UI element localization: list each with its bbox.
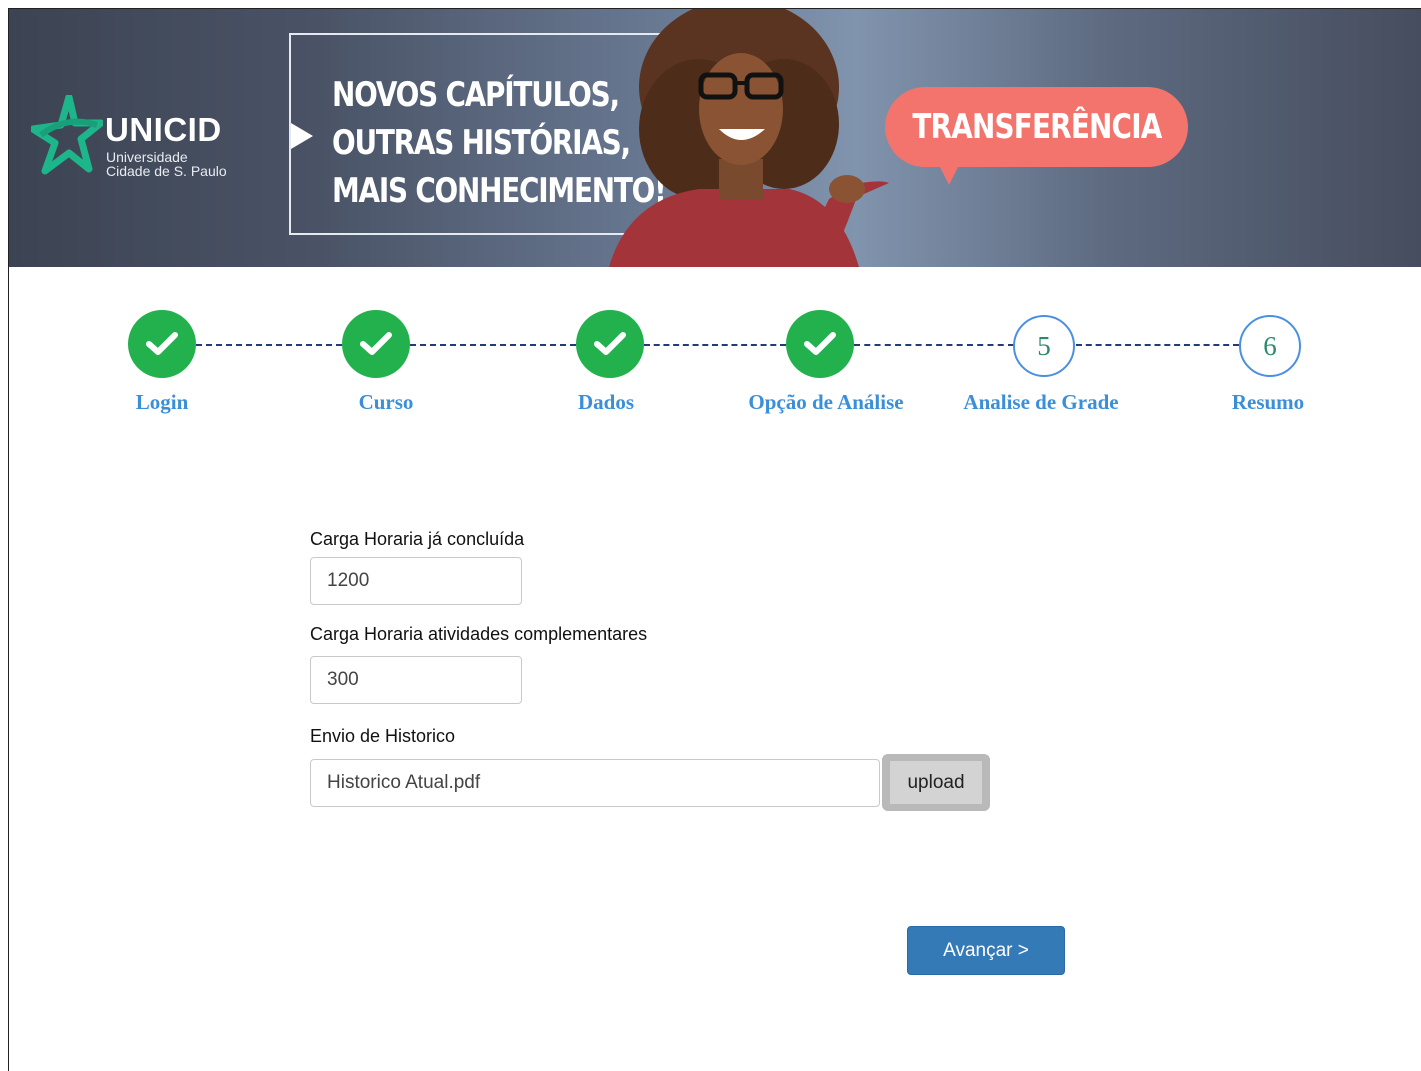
star-logo-icon bbox=[31, 95, 103, 175]
upload-button[interactable]: upload bbox=[890, 761, 982, 804]
transfer-badge: TRANSFERÊNCIA bbox=[885, 87, 1188, 167]
carga-concluida-label: Carga Horaria já concluída bbox=[310, 529, 525, 549]
step-number: 6 bbox=[1263, 330, 1277, 361]
step-label-opcao-analise: Opção de Análise bbox=[748, 390, 904, 414]
speech-bubble-tail-icon bbox=[939, 165, 959, 185]
check-icon bbox=[360, 332, 392, 355]
brand-subtitle-line-1: Universidade bbox=[106, 149, 188, 165]
upload-button-frame: upload bbox=[882, 754, 990, 811]
advance-button[interactable]: Avançar > bbox=[907, 926, 1065, 975]
step-label-login: Login bbox=[135, 390, 189, 414]
step-label-resumo: Resumo bbox=[1231, 390, 1305, 414]
historico-file-input[interactable] bbox=[310, 759, 880, 807]
step-analise-grade[interactable]: 5 bbox=[1013, 315, 1075, 377]
step-curso[interactable] bbox=[342, 310, 410, 378]
play-arrow-icon bbox=[291, 123, 313, 149]
step-connector bbox=[410, 344, 576, 346]
check-icon bbox=[146, 332, 178, 355]
step-label-dados: Dados bbox=[577, 390, 635, 414]
step-connector bbox=[196, 344, 342, 346]
carga-complementar-input[interactable] bbox=[310, 656, 522, 704]
step-label-analise-grade: Analise de Grade bbox=[963, 390, 1119, 414]
step-login[interactable] bbox=[128, 310, 196, 378]
carga-concluida-input[interactable] bbox=[310, 557, 522, 605]
brand-subtitle: Universidade Cidade de S. Paulo bbox=[106, 150, 227, 178]
carga-complementar-label: Carga Horaria atividades complementares bbox=[310, 624, 648, 644]
step-number: 5 bbox=[1037, 330, 1051, 361]
step-connector bbox=[1076, 344, 1239, 346]
progress-stepper: 5 6 Login Curso Dados Opção de Análise A… bbox=[0, 290, 1421, 430]
step-dados[interactable] bbox=[576, 310, 644, 378]
step-connector bbox=[644, 344, 786, 346]
student-photo bbox=[609, 9, 889, 267]
check-icon bbox=[594, 332, 626, 355]
transfer-badge-text: TRANSFERÊNCIA bbox=[911, 107, 1162, 147]
brand-name: UNICID bbox=[105, 111, 222, 148]
unicid-logo: UNICID Universidade Cidade de S. Paulo bbox=[31, 95, 271, 195]
brand-subtitle-line-2: Cidade de S. Paulo bbox=[106, 163, 227, 179]
step-label-curso: Curso bbox=[358, 390, 414, 414]
check-icon bbox=[804, 332, 836, 355]
historico-label: Envio de Historico bbox=[310, 726, 456, 746]
step-connector bbox=[854, 344, 1014, 346]
step-resumo[interactable]: 6 bbox=[1239, 315, 1301, 377]
header-banner: UNICID Universidade Cidade de S. Paulo N… bbox=[9, 9, 1421, 267]
step-opcao-analise[interactable] bbox=[786, 310, 854, 378]
